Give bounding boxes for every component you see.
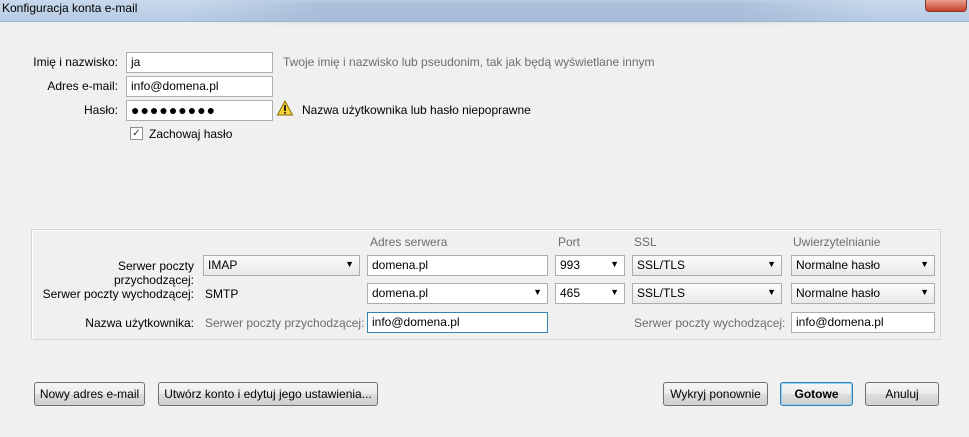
create-account-edit-settings-button[interactable]: Utwórz konto i edytuj jego ustawienia... — [158, 382, 378, 406]
warning-icon — [276, 99, 294, 116]
email-label: Adres e-mail: — [47, 79, 118, 93]
password-label: Hasło: — [83, 103, 118, 117]
chevron-down-icon: ▼ — [610, 287, 619, 297]
name-input[interactable]: ja — [126, 52, 273, 73]
incoming-port-value: 993 — [560, 258, 581, 272]
chevron-down-icon: ▼ — [920, 259, 929, 269]
window-title: Konfiguracja konta e-mail — [2, 1, 138, 15]
incoming-protocol-select[interactable]: IMAP ▼ — [203, 255, 360, 276]
incoming-address-input[interactable]: domena.pl — [367, 255, 548, 276]
chevron-down-icon: ▼ — [533, 287, 542, 297]
outgoing-username-label: Serwer poczty wychodzącej: — [634, 316, 786, 330]
remember-password-checkbox[interactable]: ✓ — [130, 127, 143, 140]
incoming-username-label: Serwer poczty przychodzącej: — [205, 316, 365, 330]
new-email-address-button[interactable]: Nowy adres e-mail — [34, 382, 145, 406]
incoming-port-combo[interactable]: 993 ▼ — [555, 255, 625, 276]
close-window-button[interactable] — [925, 0, 967, 12]
header-authentication: Uwierzytelnianie — [793, 235, 881, 249]
outgoing-ssl-select[interactable]: SSL/TLS ▼ — [632, 283, 782, 304]
outgoing-auth-value: Normalne hasło — [796, 286, 881, 300]
remember-password-label[interactable]: Zachowaj hasło — [149, 127, 232, 141]
chevron-down-icon: ▼ — [920, 287, 929, 297]
header-port: Port — [558, 235, 581, 249]
outgoing-username-input[interactable]: info@domena.pl — [791, 312, 935, 333]
email-input[interactable]: info@domena.pl — [126, 76, 273, 97]
outgoing-protocol: SMTP — [205, 287, 239, 301]
name-hint: Twoje imię i nazwisko lub pseudonim, tak… — [283, 55, 655, 69]
incoming-auth-select[interactable]: Normalne hasło ▼ — [791, 255, 935, 276]
chevron-down-icon: ▼ — [767, 287, 776, 297]
title-bar-blurred-background — [190, 0, 870, 22]
password-warning-text: Nazwa użytkownika lub hasło niepoprawne — [302, 103, 531, 117]
name-label: Imię i nazwisko: — [33, 55, 118, 69]
incoming-ssl-value: SSL/TLS — [637, 258, 686, 272]
chevron-down-icon: ▼ — [345, 259, 354, 269]
redetect-button[interactable]: Wykryj ponownie — [663, 382, 768, 406]
done-button[interactable]: Gotowe — [780, 382, 853, 406]
incoming-ssl-select[interactable]: SSL/TLS ▼ — [632, 255, 782, 276]
outgoing-address-value: domena.pl — [372, 286, 429, 300]
outgoing-port-value: 465 — [560, 286, 581, 300]
chevron-down-icon: ▼ — [767, 259, 776, 269]
outgoing-ssl-value: SSL/TLS — [637, 286, 686, 300]
outgoing-port-combo[interactable]: 465 ▼ — [555, 283, 625, 304]
incoming-auth-value: Normalne hasło — [796, 258, 881, 272]
outgoing-address-combo[interactable]: domena.pl ▼ — [367, 283, 548, 304]
cancel-button[interactable]: Anuluj — [865, 382, 939, 406]
incoming-username-input[interactable]: info@domena.pl — [367, 312, 548, 333]
chevron-down-icon: ▼ — [610, 259, 619, 269]
title-bar: Konfiguracja konta e-mail — [0, 0, 969, 22]
header-ssl: SSL — [634, 235, 657, 249]
username-label: Nazwa użytkownika: — [85, 316, 194, 330]
incoming-protocol-value: IMAP — [208, 258, 238, 272]
header-server-address: Adres serwera — [370, 235, 448, 249]
outgoing-server-label: Serwer poczty wychodzącej: — [42, 287, 194, 301]
incoming-server-label: Serwer poczty przychodzącej: — [113, 259, 194, 287]
password-input[interactable]: ●●●●●●●●● — [126, 100, 273, 121]
outgoing-auth-select[interactable]: Normalne hasło ▼ — [791, 283, 935, 304]
